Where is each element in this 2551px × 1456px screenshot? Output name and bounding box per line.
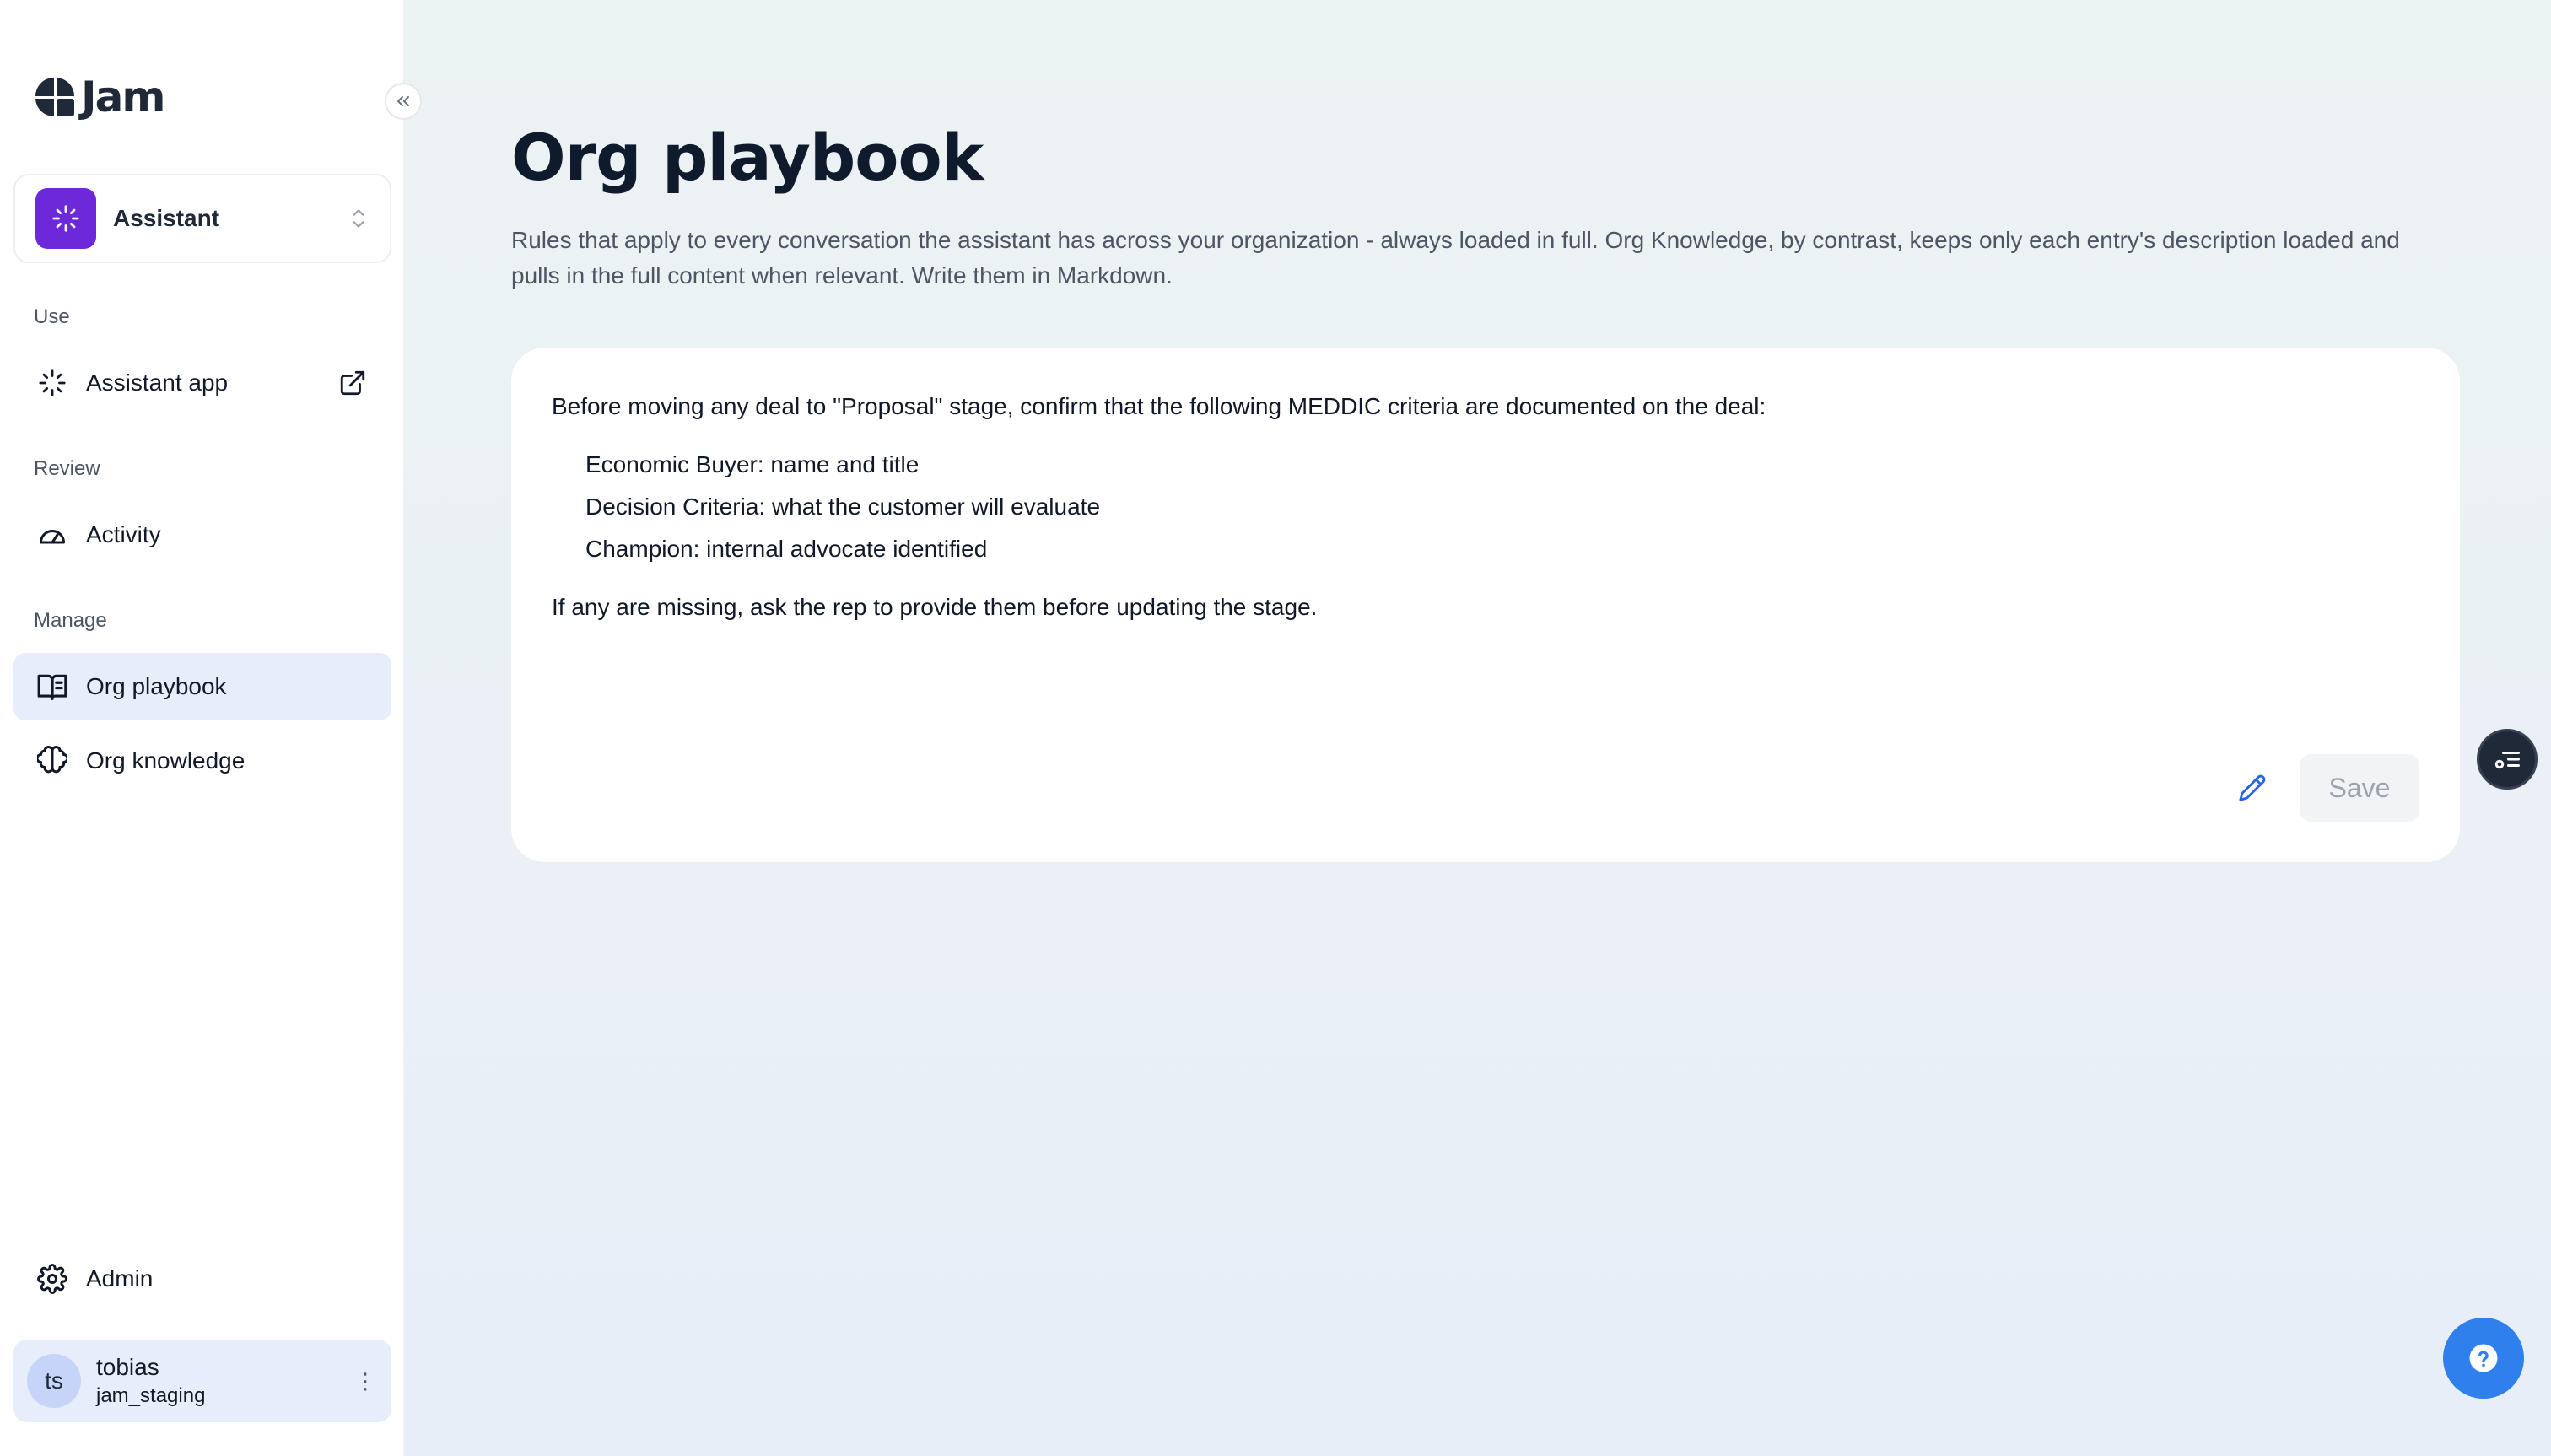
- app-switcher[interactable]: Assistant: [13, 174, 391, 263]
- user-name: tobias: [96, 1354, 159, 1380]
- list-settings-icon: [2494, 752, 2520, 769]
- sparkle-icon: [52, 205, 79, 232]
- book-icon: [35, 670, 69, 704]
- list-item: Decision Criteria: what the customer wil…: [585, 493, 1101, 520]
- sidebar: Jam Assistant Use Assistant app Review A…: [0, 0, 405, 1456]
- sparkle-icon: [35, 366, 69, 400]
- logo[interactable]: Jam: [34, 73, 165, 121]
- page-title: Org playbook: [511, 120, 984, 195]
- sidebar-item-org-playbook[interactable]: Org playbook: [13, 653, 391, 720]
- gear-icon: [35, 1262, 69, 1296]
- side-panel-toggle[interactable]: [2477, 729, 2538, 790]
- help-button[interactable]: [2443, 1318, 2524, 1399]
- main-content: Org playbook Rules that apply to every c…: [405, 0, 2551, 1456]
- list-item: Champion: internal advocate identified: [585, 536, 988, 562]
- user-menu[interactable]: ts tobias jam_staging ⋮: [13, 1340, 391, 1422]
- jam-logo-icon: [35, 78, 75, 117]
- assistant-app-badge: [35, 188, 96, 249]
- page-description: Rules that apply to every conversation t…: [511, 227, 2400, 289]
- gauge-icon: [35, 518, 69, 552]
- sidebar-item-assistant-app[interactable]: Assistant app: [13, 349, 391, 417]
- sidebar-item-label: Activity: [86, 521, 161, 547]
- edit-button[interactable]: [2234, 769, 2271, 806]
- app-root: Jam Assistant Use Assistant app Review A…: [0, 0, 2551, 1456]
- collapse-sidebar-button[interactable]: [385, 83, 422, 120]
- save-button[interactable]: Save: [2300, 754, 2419, 822]
- list-item: Economic Buyer: name and title: [585, 451, 920, 477]
- sidebar-item-activity[interactable]: Activity: [13, 501, 391, 569]
- playbook-editor[interactable]: Before moving any deal to "Proposal" sta…: [511, 348, 2460, 862]
- pencil-icon: [2239, 774, 2266, 801]
- avatar: ts: [27, 1354, 81, 1408]
- sidebar-item-label: Org knowledge: [86, 747, 245, 774]
- chevron-up-down-icon: [353, 209, 364, 228]
- sidebar-item-label: Admin: [86, 1265, 154, 1292]
- editor-outro: If any are missing, ask the rep to provi…: [552, 594, 1318, 620]
- section-label-review: Review: [34, 457, 100, 480]
- help-icon: [2469, 1344, 2498, 1372]
- logo-text: Jam: [81, 73, 165, 121]
- section-label-use: Use: [34, 305, 70, 328]
- user-org: jam_staging: [96, 1384, 206, 1407]
- criteria-list: Economic Buyer: name and title Decision …: [585, 444, 2419, 570]
- chevrons-left-icon: [397, 96, 409, 106]
- editor-intro: Before moving any deal to "Proposal" sta…: [552, 393, 1766, 419]
- sidebar-item-label: Org playbook: [86, 673, 227, 699]
- brain-icon: [35, 744, 69, 778]
- section-label-manage: Manage: [34, 609, 107, 632]
- external-link-icon[interactable]: [336, 366, 369, 400]
- more-options-icon[interactable]: ⋮: [353, 1368, 378, 1394]
- editor-actions: Save: [2234, 754, 2419, 822]
- sidebar-item-admin[interactable]: Admin: [13, 1245, 391, 1313]
- app-switcher-label: Assistant: [113, 205, 220, 231]
- sidebar-item-org-knowledge[interactable]: Org knowledge: [13, 727, 391, 795]
- user-info: tobias jam_staging: [96, 1354, 353, 1408]
- sidebar-item-label: Assistant app: [86, 369, 229, 396]
